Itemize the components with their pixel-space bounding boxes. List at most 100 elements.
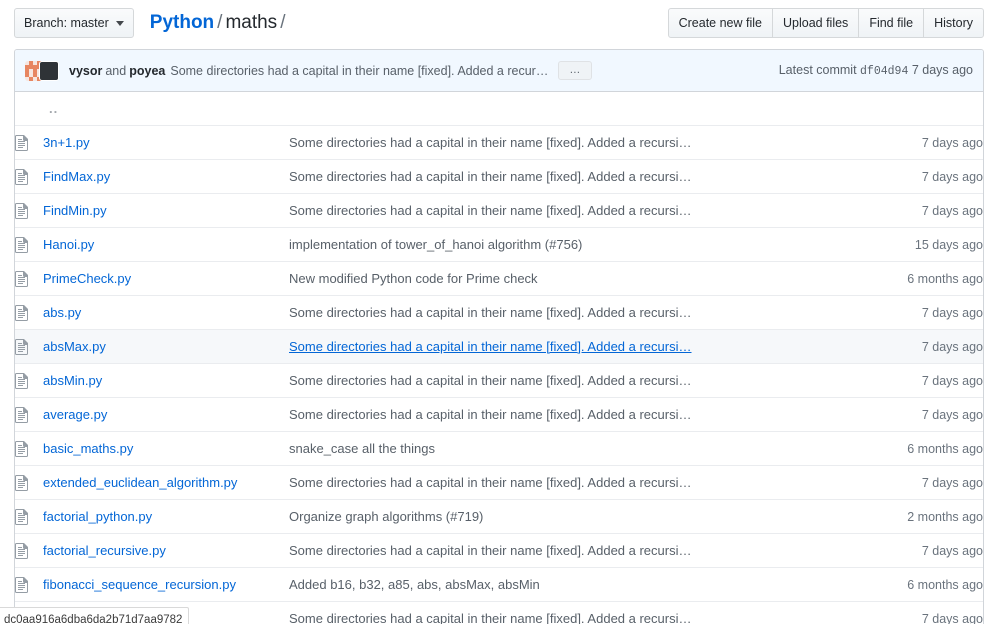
commit-age: 7 days ago — [922, 170, 983, 184]
commit-message-link[interactable]: Some directories had a capital in their … — [289, 169, 855, 184]
file-icon — [15, 169, 29, 185]
commit-message-link[interactable]: Some directories had a capital in their … — [289, 135, 855, 150]
file-row[interactable]: absMax.pySome directories had a capital … — [15, 330, 983, 364]
commit-message-link[interactable]: Some directories had a capital in their … — [289, 373, 855, 388]
find-file-button[interactable]: Find file — [858, 9, 923, 37]
create-new-file-button[interactable]: Create new file — [669, 9, 772, 37]
commit-message-link[interactable]: Organize graph algorithms (#719) — [289, 509, 855, 524]
file-name-link[interactable]: Hanoi.py — [43, 237, 289, 252]
latest-commit-message[interactable]: Some directories had a capital in their … — [170, 64, 550, 78]
history-button[interactable]: History — [923, 9, 983, 37]
commit-age-cell: 2 months ago — [855, 500, 983, 534]
file-name-link[interactable]: factorial_recursive.py — [43, 543, 289, 558]
file-name-link[interactable]: basic_maths.py — [43, 441, 289, 456]
file-icon-cell — [15, 398, 43, 432]
file-row[interactable]: fibonacci_sequence_recursion.pyAdded b16… — [15, 568, 983, 602]
commit-age: 6 months ago — [907, 272, 983, 286]
file-icon-cell — [15, 568, 43, 602]
commit-message-link[interactable]: Some directories had a capital in their … — [289, 407, 855, 422]
commit-message-link[interactable]: Some directories had a capital in their … — [289, 543, 855, 558]
commit-message-cell: Added b16, b32, a85, abs, absMax, absMin — [289, 568, 855, 602]
file-name-cell: fibonacci_sequence_recursion.py — [43, 568, 289, 602]
file-name-link[interactable]: average.py — [43, 407, 289, 422]
commit-age-cell: 15 days ago — [855, 228, 983, 262]
file-name-cell: PrimeCheck.py — [43, 262, 289, 296]
author-avatars — [25, 61, 63, 81]
commit-message-link[interactable]: Some directories had a capital in their … — [289, 203, 855, 218]
branch-selector-label: Branch: master — [24, 17, 109, 30]
latest-commit-meta: Latest commit df04d94 7 days ago — [779, 63, 973, 78]
commit-message-link[interactable]: Some directories had a capital in their … — [289, 339, 855, 354]
commit-age: 2 months ago — [907, 510, 983, 524]
file-name-link[interactable]: 3n+1.py — [43, 135, 289, 150]
file-icon-cell — [15, 296, 43, 330]
expand-commit-message-button[interactable]: … — [558, 61, 592, 80]
commit-age-cell: 6 months ago — [855, 262, 983, 296]
breadcrumb-repo-link[interactable]: Python — [150, 12, 214, 33]
commit-message-link[interactable]: Some directories had a capital in their … — [289, 305, 855, 320]
commit-message-link[interactable]: implementation of tower_of_hanoi algorit… — [289, 237, 855, 252]
parent-directory-row[interactable]: .. — [15, 92, 983, 126]
file-icon — [15, 441, 29, 457]
file-name-link[interactable]: factorial_python.py — [43, 509, 289, 524]
file-name-link[interactable]: extended_euclidean_algorithm.py — [43, 475, 289, 490]
file-icon-cell — [15, 160, 43, 194]
file-name-link[interactable]: FindMin.py — [43, 203, 289, 218]
file-row[interactable]: PrimeCheck.pyNew modified Python code fo… — [15, 262, 983, 296]
commit-message-link[interactable]: snake_case all the things — [289, 441, 855, 456]
commit-message-link[interactable]: Some directories had a capital in their … — [289, 611, 855, 624]
commit-age-cell: 7 days ago — [855, 296, 983, 330]
avatar-secondary[interactable] — [39, 61, 59, 81]
file-listing-box: vysor and poyea Some directories had a c… — [14, 49, 984, 624]
commit-author-primary[interactable]: vysor — [69, 64, 102, 78]
commit-age: 7 days ago — [922, 306, 983, 320]
commit-age: 15 days ago — [915, 238, 983, 252]
commit-age-cell: 7 days ago — [855, 160, 983, 194]
commit-message-cell: Organize graph algorithms (#719) — [289, 500, 855, 534]
commit-author-secondary[interactable]: poyea — [129, 64, 165, 78]
breadcrumb: Python/maths/ — [150, 12, 289, 34]
file-name-link[interactable]: PrimeCheck.py — [43, 271, 289, 286]
file-icon — [15, 577, 29, 593]
commit-author-conjunction: and — [105, 64, 126, 78]
commit-age-cell: 6 months ago — [855, 568, 983, 602]
file-row[interactable]: Hanoi.pyimplementation of tower_of_hanoi… — [15, 228, 983, 262]
upload-files-button[interactable]: Upload files — [772, 9, 858, 37]
file-row[interactable]: abs.pySome directories had a capital in … — [15, 296, 983, 330]
file-row[interactable]: 3n+1.pySome directories had a capital in… — [15, 126, 983, 160]
file-name-link[interactable]: fibonacci_sequence_recursion.py — [43, 577, 289, 592]
commit-age-cell: 7 days ago — [855, 466, 983, 500]
file-row[interactable]: FindMax.pySome directories had a capital… — [15, 160, 983, 194]
file-row[interactable]: extended_euclidean_algorithm.pySome dire… — [15, 466, 983, 500]
file-name-link[interactable]: abs.py — [43, 305, 289, 320]
file-row[interactable]: average.pySome directories had a capital… — [15, 398, 983, 432]
file-name-cell: factorial_python.py — [43, 500, 289, 534]
commit-message-cell: snake_case all the things — [289, 432, 855, 466]
file-row[interactable]: factorial_recursive.pySome directories h… — [15, 534, 983, 568]
file-icon — [15, 305, 29, 321]
file-name-link[interactable]: absMax.py — [43, 339, 289, 354]
file-name-link[interactable]: absMin.py — [43, 373, 289, 388]
file-icon — [15, 509, 29, 525]
commit-message-link[interactable]: New modified Python code for Prime check — [289, 271, 855, 286]
status-bar-url: dc0aa916a6dba6da2b71d7aa9782 — [4, 614, 182, 624]
file-table-body: .. 3n+1.pySome directories had a capital… — [15, 92, 983, 624]
file-icon-cell — [15, 500, 43, 534]
breadcrumb-separator-2: / — [280, 12, 285, 33]
commit-message-link[interactable]: Some directories had a capital in their … — [289, 475, 855, 490]
parent-directory-link[interactable]: .. — [43, 101, 58, 116]
repo-toolbar: Branch: master Python/maths/ Create new … — [0, 0, 998, 46]
file-row[interactable]: absMin.pySome directories had a capital … — [15, 364, 983, 398]
chevron-down-icon — [116, 21, 124, 26]
file-name-cell: extended_euclidean_algorithm.py — [43, 466, 289, 500]
file-row[interactable]: basic_maths.pysnake_case all the things6… — [15, 432, 983, 466]
commit-message-link[interactable]: Added b16, b32, a85, abs, absMax, absMin — [289, 577, 855, 592]
file-row[interactable]: factorial_python.pyOrganize graph algori… — [15, 500, 983, 534]
breadcrumb-leaf: maths — [225, 12, 277, 33]
branch-selector-button[interactable]: Branch: master — [14, 8, 134, 38]
commit-sha[interactable]: df04d94 — [860, 65, 908, 78]
file-row[interactable]: FindMin.pySome directories had a capital… — [15, 194, 983, 228]
file-name-link[interactable]: FindMax.py — [43, 169, 289, 184]
latest-commit-age: 7 days ago — [912, 63, 973, 77]
file-icon-cell — [15, 364, 43, 398]
